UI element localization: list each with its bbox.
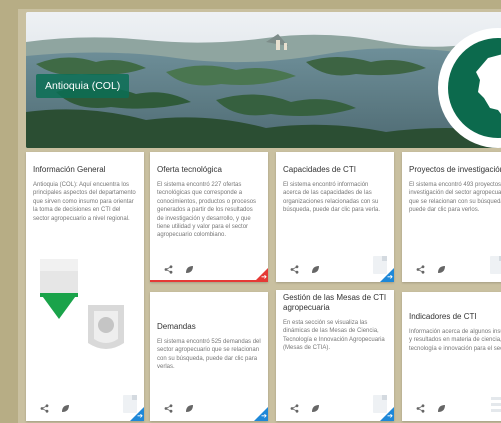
card-actions (164, 404, 194, 413)
share-icon[interactable] (290, 404, 299, 413)
card-actions (290, 404, 320, 413)
card-title: Información General (33, 165, 106, 174)
card-description: El sistema encontró información acerca d… (283, 182, 381, 214)
card-indicadores-cti[interactable]: Indicadores de CTI Información acerca de… (402, 292, 501, 421)
document-icon (373, 395, 387, 413)
card-actions (164, 265, 194, 274)
card-oferta-tecnologica[interactable]: Oferta tecnológica El sistema encontró 2… (150, 152, 268, 282)
document-icon (123, 395, 137, 413)
open-arrow-button[interactable]: ➔ (254, 407, 268, 421)
card-accent-bar (150, 280, 268, 282)
share-icon[interactable] (416, 404, 425, 413)
share-icon[interactable] (416, 265, 425, 274)
coat-of-arms-illustration (40, 259, 124, 349)
hero-banner: Antioquia (COL) (26, 12, 501, 148)
document-icon (373, 256, 387, 274)
card-capacidades-cti[interactable]: Capacidades de CTI El sistema encontró i… (276, 152, 394, 282)
card-description: El sistema encontró 227 ofertas tecnológ… (157, 182, 257, 239)
leaf-icon[interactable] (437, 404, 446, 413)
arrow-right-icon: ➔ (387, 274, 393, 281)
arrow-right-icon: ➔ (137, 413, 143, 420)
card-proyectos-investigacion[interactable]: Proyectos de investigación El sistema en… (402, 152, 501, 282)
share-icon[interactable] (290, 265, 299, 274)
card-description: En esta sección se visualiza las dinámic… (283, 320, 385, 352)
card-title: Proyectos de investigación (409, 165, 501, 174)
card-description: Información acerca de algunos insumos y … (409, 329, 501, 352)
document-icon (490, 256, 501, 274)
share-icon[interactable] (164, 265, 173, 274)
card-gestion-mesas[interactable]: Gestión de las Mesas de CTI agropecuaria… (276, 290, 394, 421)
card-title: Gestión de las Mesas de CTI agropecuaria (283, 293, 387, 312)
card-description: Antioquia (COL): Aquí encuentra los prin… (33, 182, 136, 222)
department-map-badge (438, 28, 501, 148)
chart-icon (490, 395, 501, 415)
card-description: El sistema encontró 493 proyectos de inv… (409, 182, 501, 214)
card-actions (290, 265, 320, 274)
card-actions (416, 265, 446, 274)
card-description: El sistema encontró 525 demandas del sec… (157, 339, 261, 371)
card-title: Demandas (157, 322, 196, 331)
card-actions (40, 404, 70, 413)
leaf-icon[interactable] (311, 404, 320, 413)
card-title: Indicadores de CTI (409, 312, 477, 321)
card-general-info[interactable]: Información General Antioquia (COL): Aqu… (26, 152, 144, 421)
share-icon[interactable] (40, 404, 49, 413)
card-actions (416, 404, 446, 413)
leaf-icon[interactable] (437, 265, 446, 274)
card-demandas[interactable]: Demandas El sistema encontró 525 demanda… (150, 292, 268, 421)
leaf-icon[interactable] (61, 404, 70, 413)
leaf-icon[interactable] (311, 265, 320, 274)
card-title: Oferta tecnológica (157, 165, 222, 174)
arrow-right-icon: ➔ (261, 413, 267, 420)
region-label: Antioquia (COL) (36, 74, 130, 98)
share-icon[interactable] (164, 404, 173, 413)
antioquia-map-icon (476, 54, 501, 114)
arrow-right-icon: ➔ (387, 413, 393, 420)
card-title: Capacidades de CTI (283, 165, 356, 174)
leaf-icon[interactable] (185, 265, 194, 274)
leaf-icon[interactable] (185, 404, 194, 413)
